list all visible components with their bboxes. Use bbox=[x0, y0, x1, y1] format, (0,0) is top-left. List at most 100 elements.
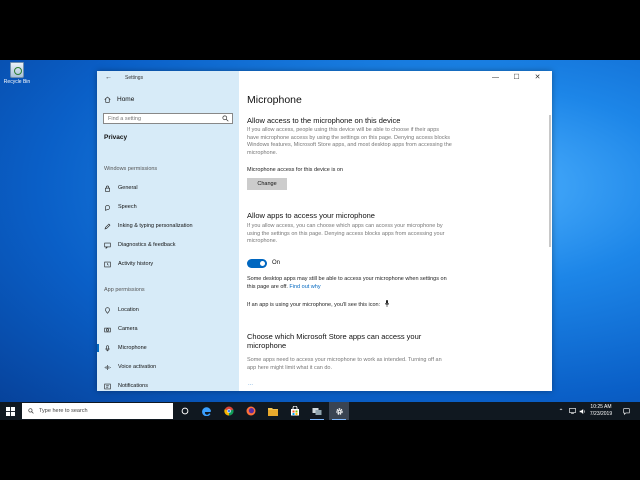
section-app-permissions: App permissions bbox=[104, 287, 145, 293]
maximize-button[interactable]: ☐ bbox=[506, 73, 527, 83]
action-center-icon[interactable] bbox=[620, 402, 632, 420]
store-bag-icon bbox=[291, 406, 299, 416]
window-controls: — ☐ ✕ bbox=[485, 73, 548, 83]
sidebar-item-voice-activation[interactable]: Voice activation bbox=[104, 362, 234, 372]
start-button[interactable] bbox=[0, 402, 20, 420]
title-bar: ← Settings bbox=[97, 71, 239, 85]
desktop-apps-note-text: Some desktop apps may still be able to a… bbox=[247, 276, 447, 290]
location-icon bbox=[104, 306, 111, 314]
home-label: Home bbox=[117, 96, 135, 103]
search-icon bbox=[222, 115, 229, 122]
inking-icon bbox=[104, 223, 111, 230]
device-access-heading: Allow access to the microphone on this d… bbox=[247, 116, 401, 125]
sidebar-item-camera[interactable]: Camera bbox=[104, 324, 234, 334]
search-icon bbox=[28, 408, 34, 414]
taskbar-search-box[interactable]: Type here to search bbox=[22, 403, 173, 419]
network-icon[interactable] bbox=[567, 402, 577, 420]
letterbox-bottom bbox=[0, 420, 640, 480]
in-use-icon-note: If an app is using your microphone, you'… bbox=[247, 300, 467, 310]
sidebar-item-label: Camera bbox=[118, 326, 138, 332]
microphone-icon bbox=[104, 344, 111, 352]
toggle-state-label: On bbox=[272, 260, 281, 266]
cortana-button[interactable] bbox=[175, 402, 195, 420]
sidebar: ← Settings Home Find a setting Privacy W… bbox=[97, 71, 239, 391]
edge-icon bbox=[202, 407, 211, 416]
recycle-bin-shortcut[interactable]: Recycle Bin bbox=[2, 62, 32, 85]
taskbar-search-placeholder: Type here to search bbox=[39, 408, 88, 414]
section-windows-permissions: Windows permissions bbox=[104, 166, 158, 172]
chrome-button[interactable] bbox=[219, 402, 239, 420]
recycle-bin-icon bbox=[10, 62, 24, 78]
desktop-apps-note: Some desktop apps may still be able to a… bbox=[247, 276, 452, 291]
main-content: — ☐ ✕ Microphone Allow access to the mic… bbox=[239, 71, 552, 391]
back-arrow-icon[interactable]: ← bbox=[105, 74, 112, 81]
search-placeholder: Find a setting bbox=[108, 116, 142, 122]
minimize-button[interactable]: — bbox=[485, 73, 506, 83]
lock-icon bbox=[104, 185, 111, 192]
window-title: Settings bbox=[125, 75, 144, 81]
clock-date: 7/23/2019 bbox=[589, 411, 613, 417]
vm-app-icon bbox=[312, 408, 322, 415]
sidebar-item-label: Voice activation bbox=[118, 364, 157, 370]
sidebar-item-label: Diagnostics & feedback bbox=[118, 242, 176, 248]
home-icon bbox=[104, 96, 111, 103]
sidebar-item-label: Notifications bbox=[118, 383, 148, 389]
store-apps-heading: Choose which Microsoft Store apps can ac… bbox=[247, 332, 422, 350]
sidebar-item-label: General bbox=[118, 185, 138, 191]
find-out-why-link[interactable]: Find out why bbox=[289, 284, 320, 290]
store-button[interactable] bbox=[285, 402, 305, 420]
sidebar-item-label: Speech bbox=[118, 204, 137, 210]
sidebar-item-inking[interactable]: Inking & typing personalization bbox=[104, 221, 234, 231]
sidebar-item-general[interactable]: General bbox=[104, 183, 234, 193]
content-scrollbar[interactable] bbox=[549, 115, 551, 247]
vmware-button[interactable] bbox=[307, 402, 327, 420]
recycle-bin-label: Recycle Bin bbox=[3, 79, 31, 85]
firefox-icon bbox=[246, 406, 256, 416]
feedback-icon bbox=[104, 242, 111, 249]
apps-access-toggle[interactable] bbox=[247, 259, 267, 268]
windows-logo-icon bbox=[5, 406, 15, 416]
sidebar-item-activity-history[interactable]: Activity history bbox=[104, 259, 234, 269]
sidebar-item-label: Microphone bbox=[118, 345, 147, 351]
tray-chevron-icon[interactable]: ⌃ bbox=[555, 402, 567, 420]
settings-taskbar-button[interactable] bbox=[329, 402, 349, 420]
sidebar-item-home[interactable]: Home bbox=[104, 96, 134, 103]
sidebar-item-label: Location bbox=[118, 307, 139, 313]
sidebar-item-speech[interactable]: Speech bbox=[104, 202, 234, 212]
camera-icon bbox=[104, 326, 111, 333]
clock-time: 10:25 AM bbox=[590, 404, 612, 410]
category-title: Privacy bbox=[104, 134, 128, 141]
change-button[interactable]: Change bbox=[247, 178, 287, 190]
taskbar: Type here to search ⌃ 10:25 AM 7/23/2019 bbox=[0, 402, 640, 420]
settings-search-input[interactable]: Find a setting bbox=[103, 113, 233, 124]
microphone-in-use-icon bbox=[384, 300, 389, 307]
sidebar-item-notifications[interactable]: Notifications bbox=[104, 381, 234, 391]
cortana-icon bbox=[181, 407, 189, 415]
in-use-icon-note-text: If an app is using your microphone, you'… bbox=[247, 302, 381, 308]
apps-access-heading: Allow apps to access your microphone bbox=[247, 211, 375, 220]
taskbar-clock[interactable]: 10:25 AM 7/23/2019 bbox=[583, 404, 619, 418]
sidebar-item-label: Activity history bbox=[118, 261, 154, 267]
file-explorer-button[interactable] bbox=[263, 402, 283, 420]
voice-activation-icon bbox=[104, 364, 111, 371]
settings-window: ← Settings Home Find a setting Privacy W… bbox=[97, 71, 552, 391]
sidebar-item-diagnostics[interactable]: Diagnostics & feedback bbox=[104, 240, 234, 250]
sidebar-item-location[interactable]: Location bbox=[104, 305, 234, 315]
sidebar-item-microphone[interactable]: Microphone bbox=[97, 343, 234, 353]
history-icon bbox=[104, 261, 111, 268]
folder-icon bbox=[268, 407, 278, 416]
firefox-button[interactable] bbox=[241, 402, 261, 420]
store-apps-description: Some apps need to access your microphone… bbox=[247, 357, 442, 371]
sidebar-item-label: Inking & typing personalization bbox=[118, 223, 193, 229]
close-button[interactable]: ✕ bbox=[527, 73, 548, 83]
device-access-description: If you allow access, people using this d… bbox=[247, 127, 452, 156]
gear-icon bbox=[335, 407, 343, 415]
speech-icon bbox=[104, 204, 111, 211]
edge-button[interactable] bbox=[197, 402, 217, 420]
device-access-status: Microphone access for this device is on bbox=[247, 167, 343, 173]
page-title: Microphone bbox=[247, 94, 302, 106]
apps-access-description: If you allow access, you can choose whic… bbox=[247, 223, 445, 245]
notifications-icon bbox=[104, 383, 111, 390]
chrome-icon bbox=[224, 406, 234, 416]
desktop: Recycle Bin ← Settings Home Find a setti… bbox=[0, 60, 640, 420]
